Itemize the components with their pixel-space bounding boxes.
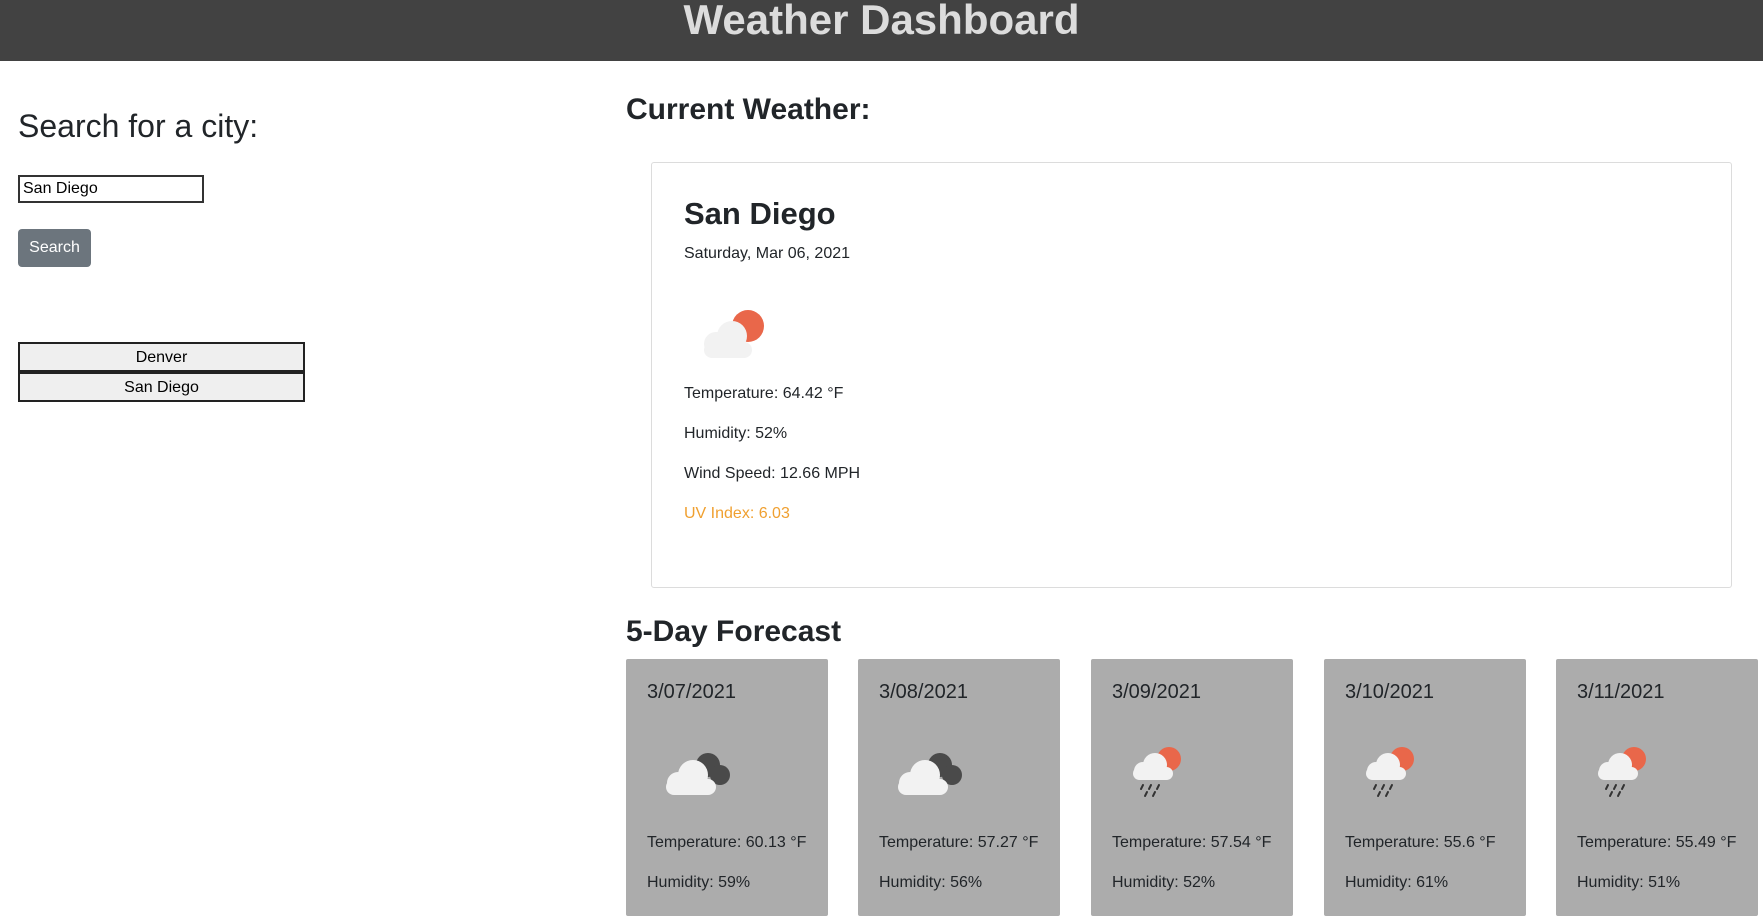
forecast-date: 3/07/2021 xyxy=(647,681,736,703)
overcast-clouds-icon xyxy=(898,753,962,795)
forecast-humidity: Humidity: 52% xyxy=(1112,874,1216,891)
current-weather-card: San Diego Saturday, Mar 06, 2021 Tempera… xyxy=(651,162,1732,588)
forecast-temperature: Temperature: 55.49 °F xyxy=(1577,834,1737,851)
page-title: Weather Dashboard xyxy=(683,0,1080,43)
search-history: Denver San Diego xyxy=(18,342,305,402)
forecast-temperature: Temperature: 57.27 °F xyxy=(879,834,1039,851)
city-name: San Diego xyxy=(684,196,836,231)
city-search-input[interactable] xyxy=(18,175,204,203)
forecast-humidity: Humidity: 56% xyxy=(879,874,983,891)
search-button[interactable]: Search xyxy=(18,229,91,267)
forecast-date: 3/08/2021 xyxy=(879,681,968,703)
forecast-card: 3/10/2021 Temperature: 55.6 °F Humidity:… xyxy=(1324,659,1526,916)
current-humidity: Humidity: 52% xyxy=(684,425,788,442)
forecast-card: 3/09/2021 Temperature: 57.54 °F Humidity… xyxy=(1091,659,1293,916)
forecast-date: 3/11/2021 xyxy=(1577,681,1665,703)
forecast-date: 3/10/2021 xyxy=(1345,681,1434,703)
overcast-clouds-icon xyxy=(666,753,730,795)
forecast-card: 3/08/2021 Temperature: 57.27 °F Humidity… xyxy=(858,659,1060,916)
rain-sun-icon xyxy=(1598,747,1646,797)
search-heading: Search for a city: xyxy=(18,108,259,144)
current-date: Saturday, Mar 06, 2021 xyxy=(684,245,851,262)
forecast-temperature: Temperature: 57.54 °F xyxy=(1112,834,1272,851)
forecast-humidity: Humidity: 61% xyxy=(1345,874,1449,891)
current-temperature: Temperature: 64.42 °F xyxy=(684,385,844,402)
forecast-temperature: Temperature: 60.13 °F xyxy=(647,834,807,851)
rain-sun-icon xyxy=(1133,747,1181,797)
page-header: Weather Dashboard xyxy=(0,0,1763,61)
forecast-date: 3/09/2021 xyxy=(1112,681,1201,703)
forecast-heading: 5-Day Forecast xyxy=(626,615,842,648)
current-wind-speed: Wind Speed: 12.66 MPH xyxy=(684,465,861,482)
forecast-card: 3/11/2021 Temperature: 55.49 °F Humidity… xyxy=(1556,659,1758,916)
current-uv-index: UV Index: 6.03 xyxy=(684,505,790,522)
partly-cloudy-sun-icon xyxy=(704,310,764,358)
rain-sun-icon xyxy=(1366,747,1414,797)
forecast-temperature: Temperature: 55.6 °F xyxy=(1345,834,1496,851)
forecast-humidity: Humidity: 51% xyxy=(1577,874,1681,891)
history-item-san-diego[interactable]: San Diego xyxy=(18,372,305,402)
forecast-card: 3/07/2021 Temperature: 60.13 °F Humidity… xyxy=(626,659,828,916)
forecast-humidity: Humidity: 59% xyxy=(647,874,751,891)
current-weather-heading: Current Weather: xyxy=(626,93,871,126)
history-item-denver[interactable]: Denver xyxy=(18,342,305,372)
